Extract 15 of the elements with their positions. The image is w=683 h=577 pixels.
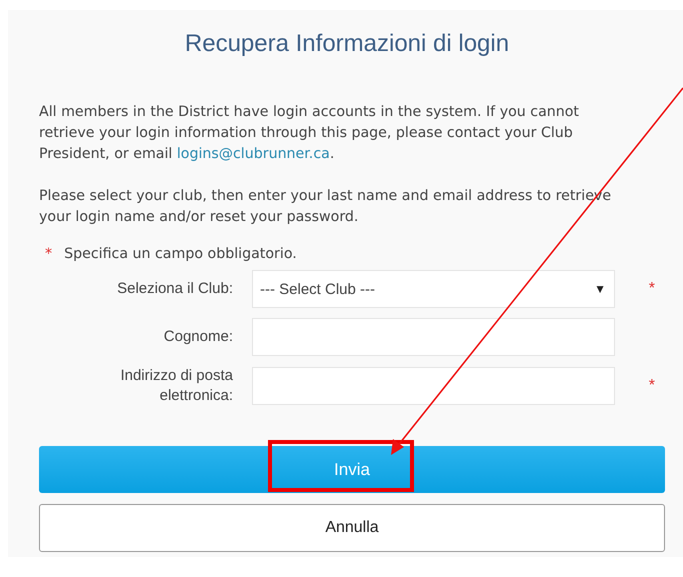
field-label: Cognome: bbox=[162, 327, 233, 347]
field-label: Seleziona il Club: bbox=[116, 279, 233, 299]
cancel-button[interactable]: Annulla bbox=[39, 504, 665, 552]
club-select[interactable]: --- Select Club --- ▼ bbox=[252, 270, 615, 308]
input-field[interactable] bbox=[252, 367, 615, 405]
required-asterisk: * bbox=[648, 280, 655, 297]
page-title: Recupera Informazioni di login bbox=[184, 30, 510, 58]
input-field[interactable] bbox=[252, 318, 615, 356]
field-label: Indirizzo di posta elettronica: bbox=[119, 366, 233, 406]
required-asterisk: * bbox=[648, 377, 655, 394]
required-asterisk: * bbox=[45, 246, 52, 262]
required-note: Specifica un campo obbligatorio. bbox=[64, 246, 297, 262]
intro-paragraph: All members in the District have login accounts in the system. If you cannot retrieve your login information through this page, please contact your Club President, or email logins@clubrunner.ca. bbox=[39, 103, 580, 164]
caret-icon: ▼ bbox=[594, 282, 606, 296]
email-link[interactable]: logins@clubrunner.ca bbox=[176, 146, 330, 162]
